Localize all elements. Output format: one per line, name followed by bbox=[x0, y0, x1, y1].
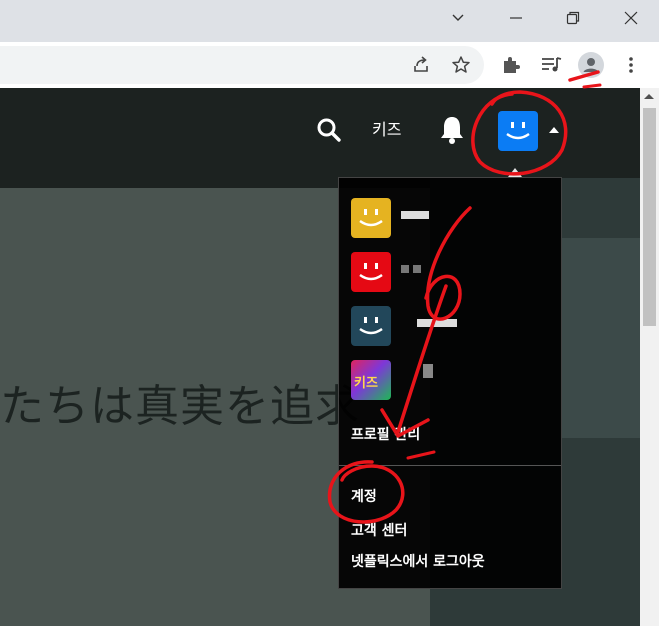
annotation-number-6 bbox=[424, 206, 472, 321]
annotation-circle-avatar bbox=[471, 90, 568, 176]
annotation-circle-account bbox=[327, 460, 405, 524]
annotation-underline-2 bbox=[582, 83, 602, 89]
annotation-tick bbox=[406, 450, 436, 460]
annotation-underline bbox=[568, 70, 600, 82]
annotation-overlay bbox=[327, 70, 602, 524]
annotation-arrow-line bbox=[396, 284, 448, 434]
